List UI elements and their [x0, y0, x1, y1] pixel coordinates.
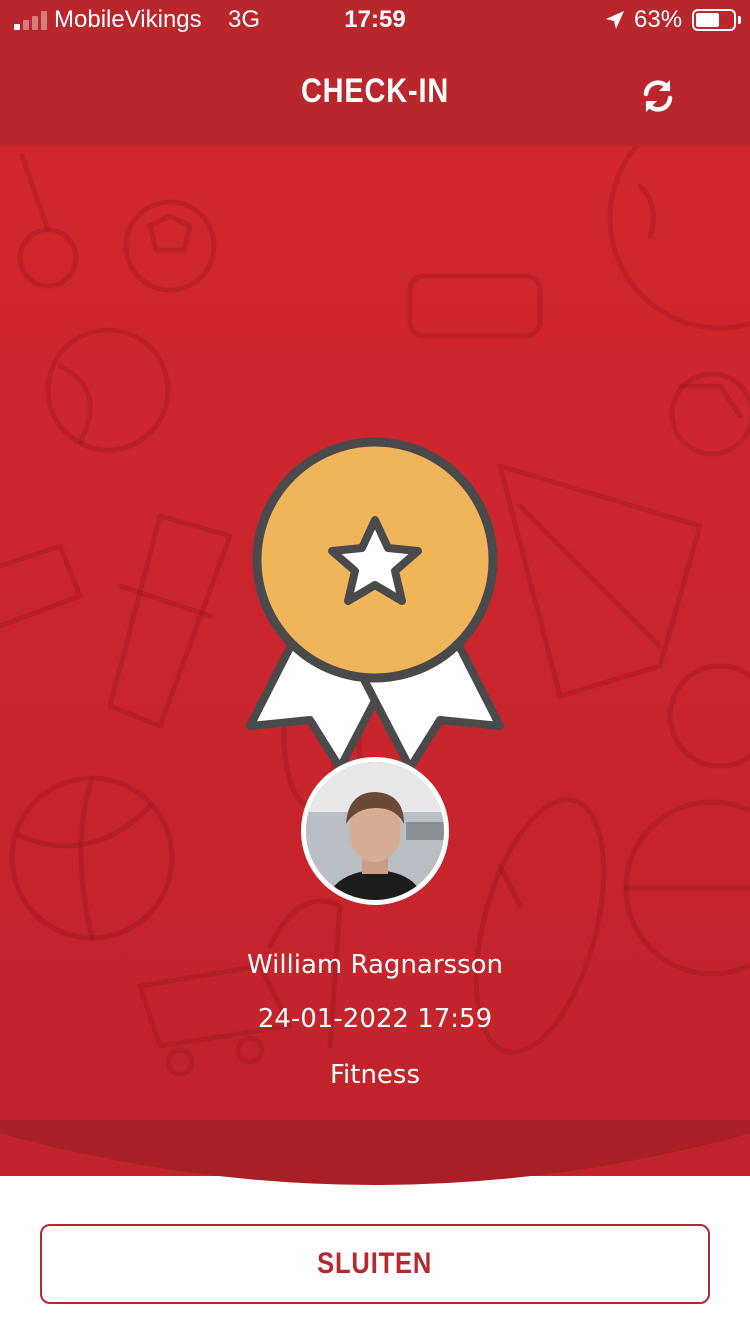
checkin-activity: Fitness [329, 1060, 421, 1090]
top-bar: MobileVikings 3G 17:59 63% CHECK-IN [0, 0, 750, 146]
status-bar: MobileVikings 3G 17:59 63% [0, 0, 750, 42]
user-photo [306, 762, 444, 900]
medal-star-icon [246, 437, 504, 772]
refresh-icon[interactable] [638, 76, 678, 116]
avatar [301, 757, 449, 905]
location-arrow-icon [606, 11, 624, 29]
battery-percentage: 63% [634, 6, 683, 33]
panel-bottom-curve [0, 1120, 750, 1185]
checkin-panel: William Ragnarsson 24-01-2022 17:59 Fitn… [0, 146, 750, 1176]
close-button-label: SLUITEN [317, 1247, 433, 1280]
page-title: CHECK-IN [300, 72, 450, 110]
member-name: William Ragnarsson [246, 950, 504, 980]
battery-tip [738, 16, 741, 24]
battery-icon [692, 9, 736, 31]
close-button[interactable]: SLUITEN [40, 1224, 710, 1304]
battery-level [696, 13, 719, 27]
checkin-datetime: 24-01-2022 17:59 [257, 1004, 493, 1034]
